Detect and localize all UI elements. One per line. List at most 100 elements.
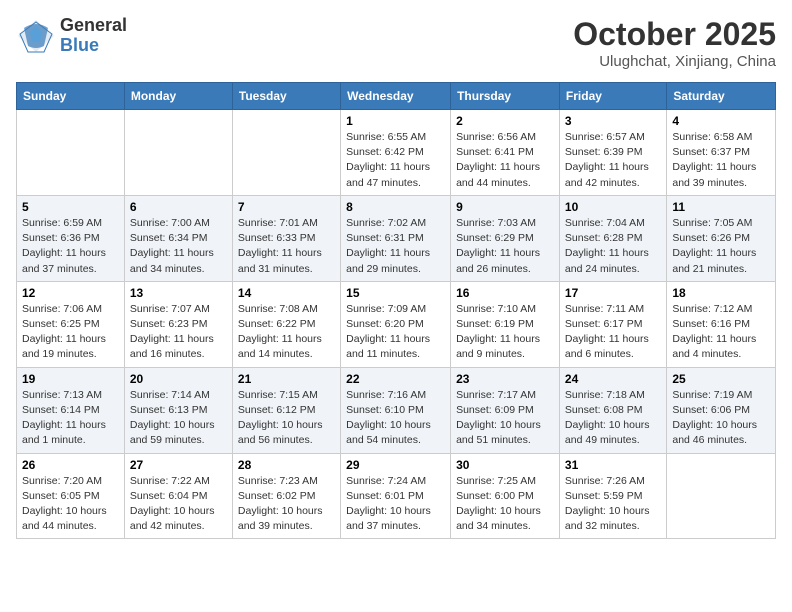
day-info: Sunrise: 7:17 AM Sunset: 6:09 PM Dayligh… bbox=[456, 388, 554, 449]
calendar-week-3: 12 Sunrise: 7:06 AM Sunset: 6:25 PM Dayli… bbox=[17, 281, 776, 367]
calendar-day-12: 12 Sunrise: 7:06 AM Sunset: 6:25 PM Dayli… bbox=[17, 281, 125, 367]
day-info: Sunrise: 6:58 AM Sunset: 6:37 PM Dayligh… bbox=[672, 130, 770, 191]
empty-cell bbox=[667, 453, 776, 539]
day-info: Sunrise: 7:20 AM Sunset: 6:05 PM Dayligh… bbox=[22, 474, 119, 535]
logo: General Blue bbox=[16, 16, 127, 56]
day-info: Sunrise: 7:11 AM Sunset: 6:17 PM Dayligh… bbox=[565, 302, 661, 363]
day-info: Sunrise: 6:59 AM Sunset: 6:36 PM Dayligh… bbox=[22, 216, 119, 277]
calendar-day-20: 20 Sunrise: 7:14 AM Sunset: 6:13 PM Dayli… bbox=[124, 367, 232, 453]
calendar-day-6: 6Sunrise: 7:00 AM Sunset: 6:34 PM Daylig… bbox=[124, 195, 232, 281]
day-number: 29 bbox=[346, 458, 445, 472]
calendar-table: SundayMondayTuesdayWednesdayThursdayFrid… bbox=[16, 82, 776, 539]
calendar-day-14: 14Sunrise: 7:08 AM Sunset: 6:22 PM Dayli… bbox=[232, 281, 340, 367]
calendar-week-2: 5 Sunrise: 6:59 AM Sunset: 6:36 PM Daylig… bbox=[17, 195, 776, 281]
empty-cell bbox=[232, 110, 340, 196]
logo-blue: Blue bbox=[60, 36, 127, 56]
day-number: 12 bbox=[22, 286, 119, 300]
calendar-day-4: 4 Sunrise: 6:58 AM Sunset: 6:37 PM Daylig… bbox=[667, 110, 776, 196]
day-info: Sunrise: 7:14 AM Sunset: 6:13 PM Dayligh… bbox=[130, 388, 227, 449]
calendar-day-7: 7 Sunrise: 7:01 AM Sunset: 6:33 PM Daylig… bbox=[232, 195, 340, 281]
day-number: 21 bbox=[238, 372, 335, 386]
day-number: 23 bbox=[456, 372, 554, 386]
calendar-week-4: 19Sunrise: 7:13 AM Sunset: 6:14 PM Dayli… bbox=[17, 367, 776, 453]
day-info: Sunrise: 7:02 AM Sunset: 6:31 PM Dayligh… bbox=[346, 216, 445, 277]
calendar-day-17: 17 Sunrise: 7:11 AM Sunset: 6:17 PM Dayli… bbox=[559, 281, 666, 367]
calendar-day-22: 22 Sunrise: 7:16 AM Sunset: 6:10 PM Dayli… bbox=[341, 367, 451, 453]
calendar-day-10: 10Sunrise: 7:04 AM Sunset: 6:28 PM Dayli… bbox=[559, 195, 666, 281]
day-number: 5 bbox=[22, 200, 119, 214]
day-info: Sunrise: 7:10 AM Sunset: 6:19 PM Dayligh… bbox=[456, 302, 554, 363]
calendar-day-13: 13Sunrise: 7:07 AM Sunset: 6:23 PM Dayli… bbox=[124, 281, 232, 367]
calendar-day-9: 9Sunrise: 7:03 AM Sunset: 6:29 PM Daylig… bbox=[451, 195, 560, 281]
day-info: Sunrise: 7:09 AM Sunset: 6:20 PM Dayligh… bbox=[346, 302, 445, 363]
day-info: Sunrise: 7:23 AM Sunset: 6:02 PM Dayligh… bbox=[238, 474, 335, 535]
header-day-monday: Monday bbox=[124, 83, 232, 110]
calendar-day-2: 2 Sunrise: 6:56 AM Sunset: 6:41 PM Daylig… bbox=[451, 110, 560, 196]
generalblue-logo-icon bbox=[16, 18, 56, 54]
month-title: October 2025 bbox=[573, 16, 776, 53]
day-number: 31 bbox=[565, 458, 661, 472]
day-info: Sunrise: 7:18 AM Sunset: 6:08 PM Dayligh… bbox=[565, 388, 661, 449]
day-number: 8 bbox=[346, 200, 445, 214]
day-number: 24 bbox=[565, 372, 661, 386]
header-day-wednesday: Wednesday bbox=[341, 83, 451, 110]
day-number: 18 bbox=[672, 286, 770, 300]
calendar-day-18: 18 Sunrise: 7:12 AM Sunset: 6:16 PM Dayli… bbox=[667, 281, 776, 367]
day-info: Sunrise: 6:55 AM Sunset: 6:42 PM Dayligh… bbox=[346, 130, 445, 191]
calendar-day-21: 21 Sunrise: 7:15 AM Sunset: 6:12 PM Dayli… bbox=[232, 367, 340, 453]
day-number: 4 bbox=[672, 114, 770, 128]
day-info: Sunrise: 7:24 AM Sunset: 6:01 PM Dayligh… bbox=[346, 474, 445, 535]
calendar-day-15: 15 Sunrise: 7:09 AM Sunset: 6:20 PM Dayli… bbox=[341, 281, 451, 367]
calendar-day-31: 31Sunrise: 7:26 AM Sunset: 5:59 PM Dayli… bbox=[559, 453, 666, 539]
header-day-saturday: Saturday bbox=[667, 83, 776, 110]
day-info: Sunrise: 7:16 AM Sunset: 6:10 PM Dayligh… bbox=[346, 388, 445, 449]
day-number: 25 bbox=[672, 372, 770, 386]
calendar-body: 1Sunrise: 6:55 AM Sunset: 6:42 PM Daylig… bbox=[17, 110, 776, 539]
calendar-day-16: 16 Sunrise: 7:10 AM Sunset: 6:19 PM Dayli… bbox=[451, 281, 560, 367]
day-number: 30 bbox=[456, 458, 554, 472]
day-number: 20 bbox=[130, 372, 227, 386]
day-info: Sunrise: 7:01 AM Sunset: 6:33 PM Dayligh… bbox=[238, 216, 335, 277]
day-info: Sunrise: 7:04 AM Sunset: 6:28 PM Dayligh… bbox=[565, 216, 661, 277]
calendar-day-8: 8 Sunrise: 7:02 AM Sunset: 6:31 PM Daylig… bbox=[341, 195, 451, 281]
day-info: Sunrise: 7:19 AM Sunset: 6:06 PM Dayligh… bbox=[672, 388, 770, 449]
day-info: Sunrise: 7:06 AM Sunset: 6:25 PM Dayligh… bbox=[22, 302, 119, 363]
calendar-day-11: 11 Sunrise: 7:05 AM Sunset: 6:26 PM Dayli… bbox=[667, 195, 776, 281]
day-number: 3 bbox=[565, 114, 661, 128]
header-day-sunday: Sunday bbox=[17, 83, 125, 110]
page-header: General Blue October 2025 Ulughchat, Xin… bbox=[16, 16, 776, 70]
header-day-thursday: Thursday bbox=[451, 83, 560, 110]
logo-text: General Blue bbox=[60, 16, 127, 56]
empty-cell bbox=[17, 110, 125, 196]
day-info: Sunrise: 7:25 AM Sunset: 6:00 PM Dayligh… bbox=[456, 474, 554, 535]
day-number: 11 bbox=[672, 200, 770, 214]
day-number: 22 bbox=[346, 372, 445, 386]
day-number: 27 bbox=[130, 458, 227, 472]
day-info: Sunrise: 7:05 AM Sunset: 6:26 PM Dayligh… bbox=[672, 216, 770, 277]
day-info: Sunrise: 7:07 AM Sunset: 6:23 PM Dayligh… bbox=[130, 302, 227, 363]
empty-cell bbox=[124, 110, 232, 196]
logo-general: General bbox=[60, 16, 127, 36]
day-info: Sunrise: 7:15 AM Sunset: 6:12 PM Dayligh… bbox=[238, 388, 335, 449]
calendar-day-3: 3Sunrise: 6:57 AM Sunset: 6:39 PM Daylig… bbox=[559, 110, 666, 196]
calendar-day-29: 29 Sunrise: 7:24 AM Sunset: 6:01 PM Dayli… bbox=[341, 453, 451, 539]
calendar-day-5: 5 Sunrise: 6:59 AM Sunset: 6:36 PM Daylig… bbox=[17, 195, 125, 281]
day-number: 17 bbox=[565, 286, 661, 300]
calendar-day-26: 26Sunrise: 7:20 AM Sunset: 6:05 PM Dayli… bbox=[17, 453, 125, 539]
calendar-week-1: 1Sunrise: 6:55 AM Sunset: 6:42 PM Daylig… bbox=[17, 110, 776, 196]
day-number: 7 bbox=[238, 200, 335, 214]
calendar-day-23: 23 Sunrise: 7:17 AM Sunset: 6:09 PM Dayli… bbox=[451, 367, 560, 453]
day-number: 2 bbox=[456, 114, 554, 128]
day-info: Sunrise: 7:22 AM Sunset: 6:04 PM Dayligh… bbox=[130, 474, 227, 535]
calendar-day-24: 24 Sunrise: 7:18 AM Sunset: 6:08 PM Dayli… bbox=[559, 367, 666, 453]
calendar-header: SundayMondayTuesdayWednesdayThursdayFrid… bbox=[17, 83, 776, 110]
day-info: Sunrise: 7:03 AM Sunset: 6:29 PM Dayligh… bbox=[456, 216, 554, 277]
header-row: SundayMondayTuesdayWednesdayThursdayFrid… bbox=[17, 83, 776, 110]
title-block: October 2025 Ulughchat, Xinjiang, China bbox=[573, 16, 776, 70]
calendar-day-25: 25 Sunrise: 7:19 AM Sunset: 6:06 PM Dayli… bbox=[667, 367, 776, 453]
day-info: Sunrise: 7:12 AM Sunset: 6:16 PM Dayligh… bbox=[672, 302, 770, 363]
day-number: 15 bbox=[346, 286, 445, 300]
day-number: 16 bbox=[456, 286, 554, 300]
day-info: Sunrise: 6:56 AM Sunset: 6:41 PM Dayligh… bbox=[456, 130, 554, 191]
calendar-day-30: 30 Sunrise: 7:25 AM Sunset: 6:00 PM Dayli… bbox=[451, 453, 560, 539]
